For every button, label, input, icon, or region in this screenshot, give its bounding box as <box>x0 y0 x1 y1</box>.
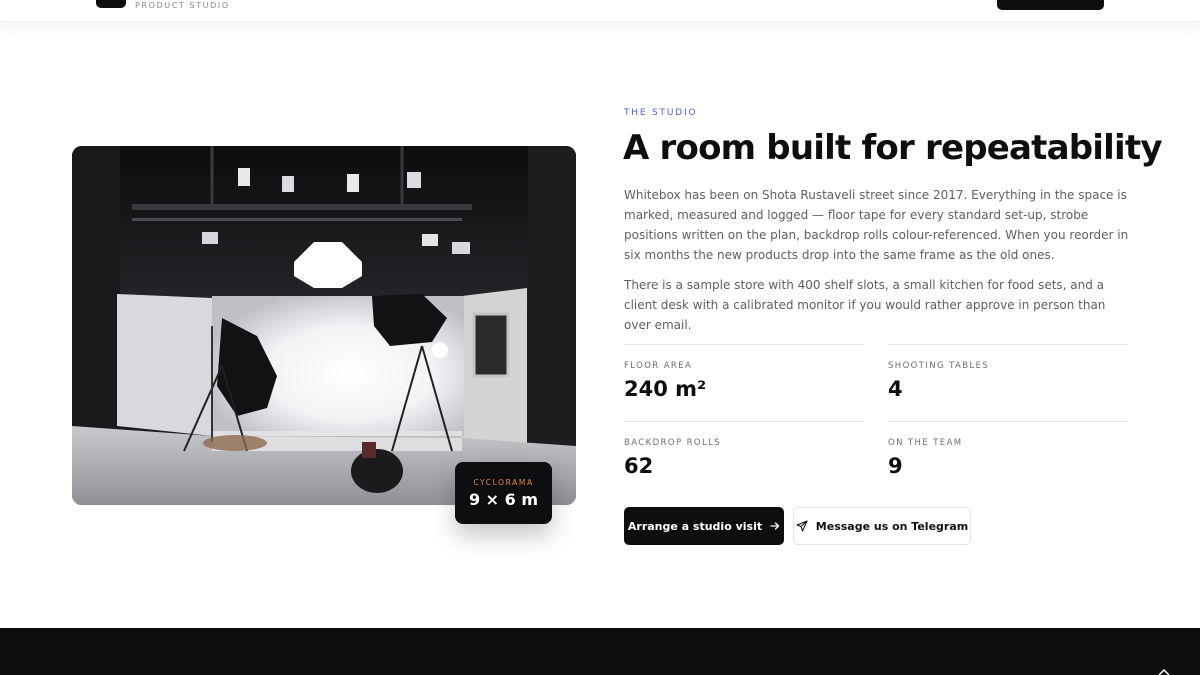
stat-label-shooting-tables: SHOOTING TABLES <box>888 361 990 371</box>
stat-value-shooting-tables: 4 <box>888 377 903 401</box>
stat-divider <box>624 421 864 422</box>
chevron-up-icon[interactable] <box>1158 668 1170 675</box>
cyclorama-label: CYCLORAMA <box>473 478 534 487</box>
section-paragraph-2: There is a sample store with 400 shelf s… <box>624 278 1106 332</box>
stat-value-floor-area: 240 m² <box>624 377 707 401</box>
section-title: A room built for repeatability <box>623 128 1162 168</box>
site-header: PRODUCT STUDIO <box>0 0 1200 22</box>
stat-label-backdrop-rolls: BACKDROP ROLLS <box>624 438 722 448</box>
stat-divider <box>624 344 864 345</box>
telegram-send-icon <box>796 520 808 532</box>
cyclorama-badge: CYCLORAMA 9 × 6 m <box>455 462 552 524</box>
telegram-button-label: Message us on Telegram <box>815 519 969 533</box>
cyclorama-value: 9 × 6 m <box>468 490 539 509</box>
logo-mark[interactable] <box>96 0 126 8</box>
stat-label-floor-area: FLOOR AREA <box>624 361 693 371</box>
stat-value-backdrop-rolls: 62 <box>624 454 654 478</box>
arrange-visit-label: Arrange a studio visit <box>627 519 763 533</box>
arrow-right-icon <box>770 522 780 530</box>
stat-divider <box>888 344 1128 345</box>
stat-label-team: ON THE TEAM <box>888 438 963 448</box>
brand-subtitle: PRODUCT STUDIO <box>135 1 230 10</box>
header-cta-button[interactable] <box>997 0 1104 10</box>
studio-photo <box>72 146 576 505</box>
site-footer <box>0 628 1200 675</box>
stat-value-team: 9 <box>888 454 903 478</box>
section-paragraph-1: Whitebox has been on Shota Rustaveli str… <box>624 188 1129 262</box>
section-eyebrow: THE STUDIO <box>624 108 698 118</box>
stat-divider <box>888 421 1128 422</box>
arrange-visit-button[interactable]: Arrange a studio visit <box>624 507 784 545</box>
studio-photo-illustration <box>72 146 576 505</box>
telegram-button[interactable]: Message us on Telegram <box>793 507 971 545</box>
